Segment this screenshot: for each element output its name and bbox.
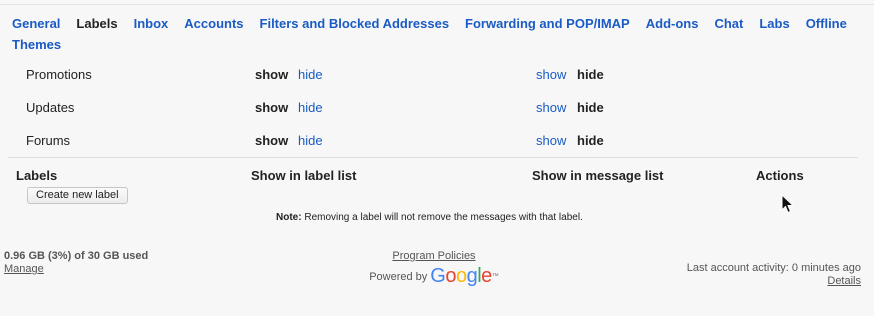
tab-offline[interactable]: Offline	[806, 13, 847, 34]
category-name: Forums	[26, 133, 71, 148]
program-policies-link[interactable]: Program Policies	[360, 250, 508, 262]
message-list-show-link[interactable]: show	[536, 100, 566, 115]
manage-storage-link[interactable]: Manage	[4, 263, 148, 275]
last-activity-text: Last account activity: 0 minutes ago	[686, 262, 861, 274]
show-in-message-list-header: Show in message list	[532, 168, 664, 183]
tab-themes[interactable]: Themes	[12, 34, 61, 55]
trademark-symbol: ™	[491, 273, 499, 280]
powered-by-label: Powered by	[369, 270, 428, 283]
tab-accounts[interactable]: Accounts	[184, 13, 243, 34]
message-list-show-link[interactable]: show	[536, 133, 566, 148]
label-list-show-selected: show	[255, 100, 289, 115]
actions-header: Actions	[756, 168, 804, 183]
tab-general[interactable]: General	[12, 13, 60, 34]
category-row-forums: Forums show hide show hide	[0, 133, 874, 153]
labels-column-header: Labels	[16, 168, 58, 183]
show-in-label-list-header: Show in label list	[251, 168, 357, 183]
account-activity: Last account activity: 0 minutes ago Det…	[687, 262, 861, 287]
tab-chat[interactable]: Chat	[714, 13, 743, 34]
create-new-label-button[interactable]: Create new label	[27, 187, 128, 204]
tab-inbox[interactable]: Inbox	[134, 13, 169, 34]
label-list-hide-link[interactable]: hide	[298, 100, 323, 115]
mouse-pointer-icon	[781, 194, 795, 214]
category-name: Updates	[26, 100, 75, 115]
category-name: Promotions	[26, 67, 92, 82]
tab-labels: Labels	[76, 16, 118, 31]
category-row-updates: Updates show hide show hide	[0, 100, 874, 120]
tab-filters[interactable]: Filters and Blocked Addresses	[260, 13, 450, 34]
note-text: Note: Removing a label will not remove t…	[276, 212, 583, 223]
label-list-show-selected: show	[255, 67, 289, 82]
message-list-hide-selected: hide	[577, 133, 604, 148]
settings-tabs: General Labels Inbox Accounts Filters and Bl…	[12, 13, 864, 55]
tab-add-ons[interactable]: Add-ons	[646, 13, 699, 34]
category-row-promotions: Promotions show hide show hide	[0, 67, 874, 87]
message-list-hide-selected: hide	[577, 100, 604, 115]
label-list-hide-link[interactable]: hide	[298, 67, 323, 82]
message-list-show-link[interactable]: show	[536, 67, 566, 82]
top-border	[0, 0, 874, 5]
note-prefix: Note:	[276, 212, 302, 223]
tab-labs[interactable]: Labs	[759, 13, 789, 34]
details-link[interactable]: Details	[687, 275, 861, 287]
storage-used: 0.96 GB (3%) of 30 GB used	[4, 250, 149, 262]
footer-center: Program Policies Powered by Google ™	[360, 250, 508, 288]
note-body: Removing a label will not remove the mes…	[301, 212, 583, 223]
section-divider	[8, 157, 858, 158]
powered-by-google: Powered by Google ™	[360, 265, 508, 288]
label-list-show-selected: show	[255, 133, 289, 148]
label-list-hide-link[interactable]: hide	[298, 133, 323, 148]
storage-info: 0.96 GB (3%) of 30 GB used Manage	[4, 250, 148, 275]
google-logo: Google	[430, 265, 492, 287]
message-list-hide-selected: hide	[577, 67, 604, 82]
tab-forwarding[interactable]: Forwarding and POP/IMAP	[465, 13, 630, 34]
